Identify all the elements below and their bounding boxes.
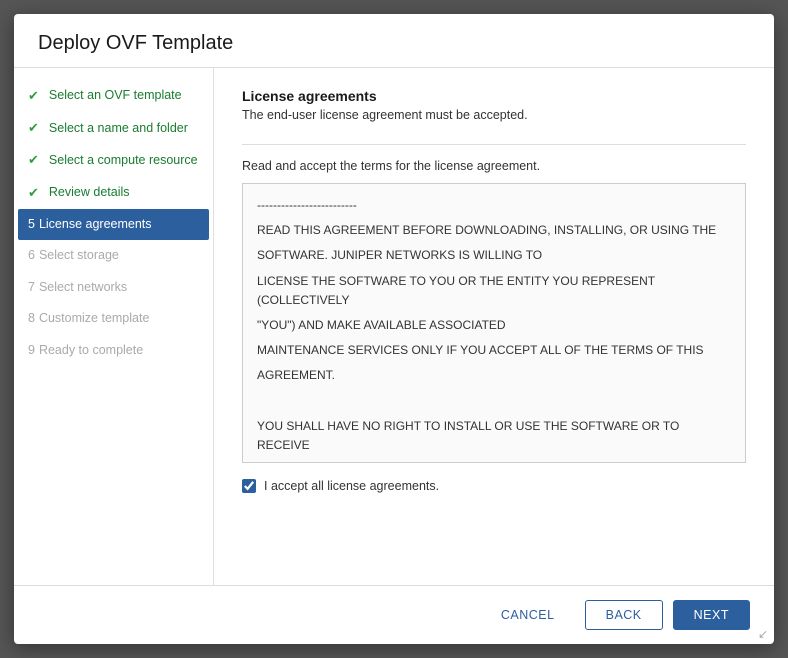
modal-overlay: Deploy OVF Template ✔ Select an OVF temp…	[0, 0, 788, 658]
sidebar-item-step6: 6 Select storage	[14, 240, 213, 272]
section-subtitle: The end-user license agreement must be a…	[242, 108, 746, 122]
sidebar-item-step9: 9 Ready to complete	[14, 335, 213, 367]
deploy-ovf-modal: Deploy OVF Template ✔ Select an OVF temp…	[14, 14, 774, 644]
sidebar-item-step5[interactable]: 5 License agreements	[18, 209, 209, 241]
sidebar-item-step8: 8 Customize template	[14, 303, 213, 335]
sidebar-label-step2: Select a name and folder	[49, 120, 188, 138]
sidebar-item-step7: 7 Select networks	[14, 272, 213, 304]
sidebar: ✔ Select an OVF template ✔ Select a name…	[14, 68, 214, 585]
check-icon-step3: ✔	[28, 151, 39, 169]
license-line6: MAINTENANCE SERVICES ONLY IF YOU ACCEPT …	[257, 341, 731, 360]
main-content: License agreements The end-user license …	[214, 68, 774, 585]
sidebar-label-step4: Review details	[49, 184, 130, 202]
accept-license-checkbox[interactable]	[242, 479, 256, 493]
next-button[interactable]: NEXT	[673, 600, 750, 630]
step-number-9: 9	[28, 342, 35, 360]
license-line9: YOU SHALL HAVE NO RIGHT TO INSTALL OR US…	[257, 417, 731, 455]
back-button[interactable]: BACK	[585, 600, 663, 630]
sidebar-item-step2[interactable]: ✔ Select a name and folder	[14, 112, 213, 144]
license-line1: -------------------------	[257, 196, 731, 215]
step-number-5: 5	[28, 216, 35, 234]
check-icon-step2: ✔	[28, 119, 39, 137]
step-number-8: 8	[28, 310, 35, 328]
check-icon-step1: ✔	[28, 87, 39, 105]
sidebar-label-step9: Ready to complete	[39, 342, 143, 360]
license-line10: ANY MAINTENANCE SERVICES THAT YOU MAY	[257, 461, 731, 463]
sidebar-item-step1[interactable]: ✔ Select an OVF template	[14, 80, 213, 112]
divider	[242, 144, 746, 145]
modal-footer: CANCEL BACK NEXT	[14, 585, 774, 644]
license-line7: AGREEMENT.	[257, 366, 731, 385]
resize-handle[interactable]: ↙	[758, 628, 770, 640]
modal-title: Deploy OVF Template	[38, 32, 750, 55]
license-line3: SOFTWARE. JUNIPER NETWORKS IS WILLING TO	[257, 246, 731, 265]
check-icon-step4: ✔	[28, 184, 39, 202]
license-line4: LICENSE THE SOFTWARE TO YOU OR THE ENTIT…	[257, 272, 731, 310]
cancel-button[interactable]: CANCEL	[481, 601, 575, 629]
sidebar-label-step6: Select storage	[39, 247, 119, 265]
sidebar-label-step8: Customize template	[39, 310, 149, 328]
step-number-6: 6	[28, 247, 35, 265]
modal-body: ✔ Select an OVF template ✔ Select a name…	[14, 68, 774, 585]
sidebar-item-step4[interactable]: ✔ Review details	[14, 177, 213, 209]
license-line5: "YOU") AND MAKE AVAILABLE ASSOCIATED	[257, 316, 731, 335]
sidebar-label-step3: Select a compute resource	[49, 152, 198, 170]
instruction-text: Read and accept the terms for the licens…	[242, 159, 746, 173]
license-text-box[interactable]: ------------------------- READ THIS AGRE…	[242, 183, 746, 463]
accept-license-label[interactable]: I accept all license agreements.	[264, 479, 439, 493]
sidebar-label-step1: Select an OVF template	[49, 87, 182, 105]
accept-checkbox-row: I accept all license agreements.	[242, 479, 746, 493]
sidebar-label-step7: Select networks	[39, 279, 127, 297]
step-number-7: 7	[28, 279, 35, 297]
sidebar-item-step3[interactable]: ✔ Select a compute resource	[14, 144, 213, 176]
section-title: License agreements	[242, 88, 746, 104]
license-line2: READ THIS AGREEMENT BEFORE DOWNLOADING, …	[257, 221, 731, 240]
sidebar-label-step5: License agreements	[39, 216, 152, 234]
modal-header: Deploy OVF Template	[14, 14, 774, 68]
license-line8	[257, 392, 731, 411]
